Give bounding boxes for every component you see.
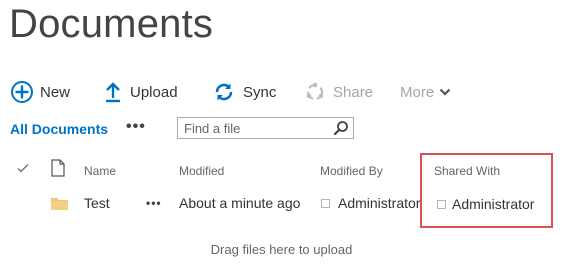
column-header-modified-by[interactable]: Modified By bbox=[320, 164, 383, 178]
column-header-name[interactable]: Name bbox=[84, 164, 116, 178]
plus-circle-icon bbox=[10, 80, 34, 104]
sync-button[interactable]: Sync bbox=[213, 78, 276, 106]
item-name[interactable]: Test bbox=[84, 194, 110, 212]
sync-icon bbox=[213, 81, 235, 103]
upload-drop-hint: Drag files here to upload bbox=[210, 242, 353, 257]
new-label: New bbox=[40, 83, 71, 101]
view-options-ellipsis[interactable]: ••• bbox=[126, 118, 146, 136]
column-header-modified[interactable]: Modified bbox=[179, 164, 224, 178]
item-actions-ellipsis[interactable]: ••• bbox=[146, 194, 162, 212]
checkmark-icon[interactable] bbox=[16, 161, 30, 178]
search-icon[interactable] bbox=[333, 120, 349, 136]
page-title: Documents bbox=[9, 2, 214, 46]
share-icon bbox=[304, 81, 326, 103]
search-box bbox=[177, 117, 354, 139]
item-modified: About a minute ago bbox=[179, 195, 301, 211]
presence-checkbox-modified-by bbox=[321, 199, 330, 208]
item-modified-by[interactable]: Administrator bbox=[338, 194, 420, 212]
view-all-documents[interactable]: All Documents bbox=[10, 120, 108, 138]
shared-with-highlight bbox=[420, 153, 553, 228]
document-icon bbox=[51, 159, 65, 180]
new-button[interactable]: New bbox=[10, 78, 70, 106]
share-button[interactable]: Share bbox=[304, 78, 373, 106]
more-label: More bbox=[400, 83, 435, 101]
upload-arrow-icon bbox=[104, 81, 122, 103]
more-button[interactable]: More bbox=[400, 78, 451, 106]
folder-icon bbox=[51, 196, 68, 215]
search-input[interactable] bbox=[184, 119, 334, 137]
upload-button[interactable]: Upload bbox=[104, 78, 178, 106]
sync-label: Sync bbox=[243, 83, 277, 101]
upload-label: Upload bbox=[130, 83, 178, 101]
chevron-down-icon bbox=[439, 87, 451, 97]
share-label: Share bbox=[333, 83, 374, 101]
